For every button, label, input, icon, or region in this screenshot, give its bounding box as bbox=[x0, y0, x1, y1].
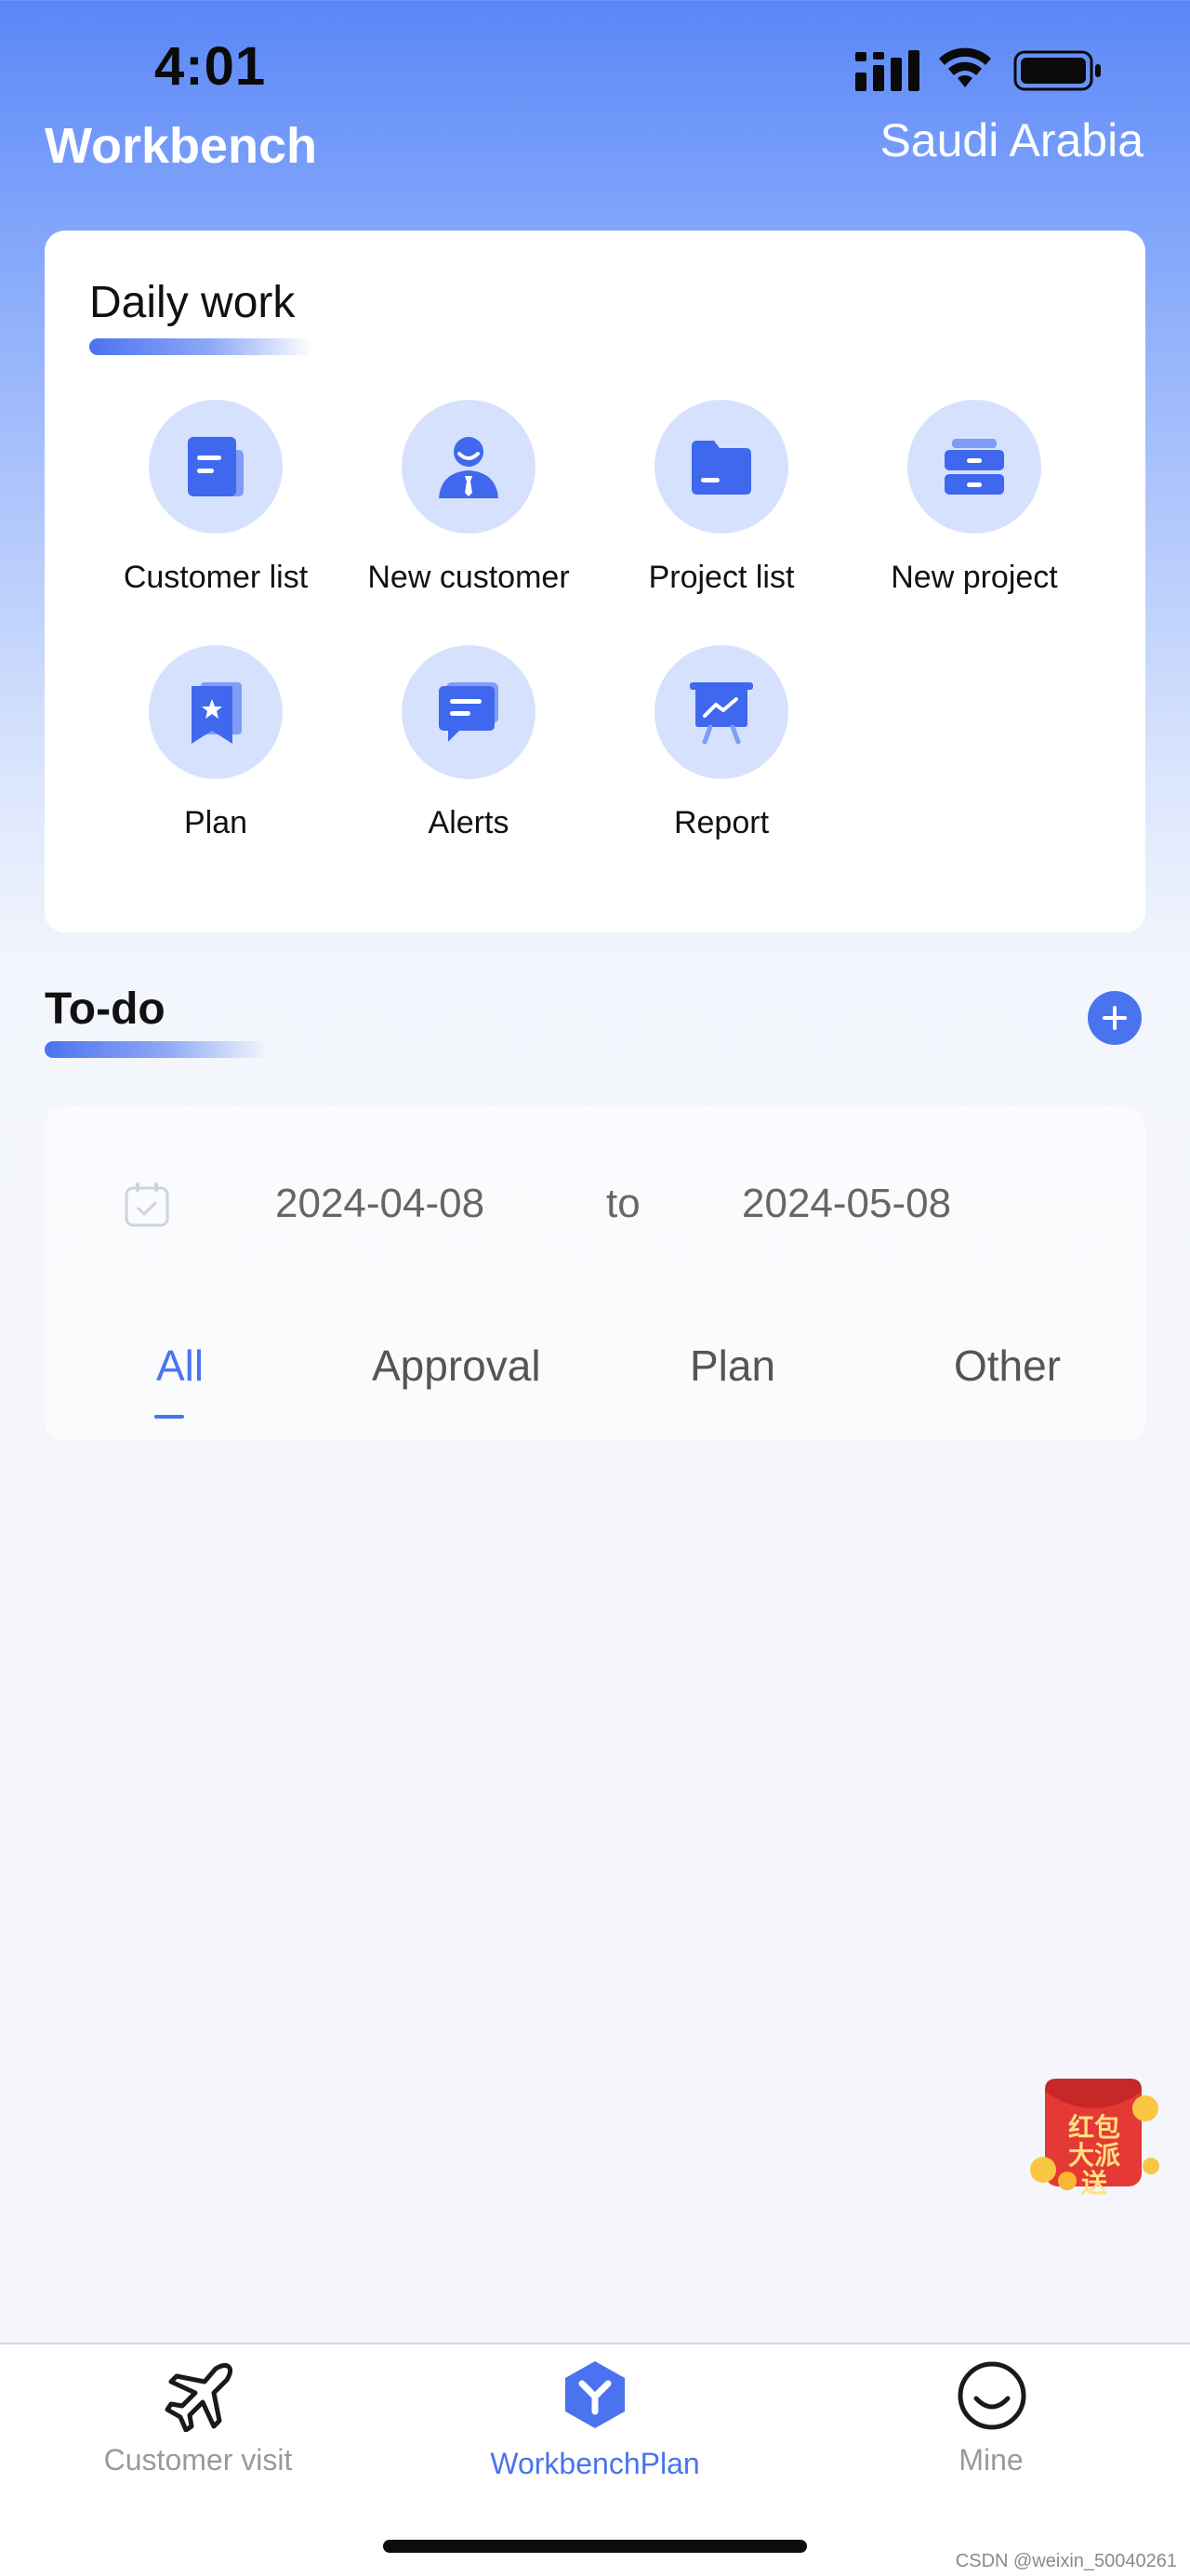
new-customer-icon bbox=[402, 400, 536, 534]
tile-label: Plan bbox=[183, 805, 248, 840]
daily-work-title: Daily work bbox=[89, 278, 296, 327]
region-selector[interactable]: Saudi Arabia bbox=[879, 113, 1144, 167]
tab-other[interactable]: Other bbox=[954, 1341, 1061, 1391]
message-icon bbox=[402, 645, 536, 779]
tile-new-project[interactable]: New project bbox=[848, 400, 1101, 596]
title-underline bbox=[89, 338, 312, 355]
smile-icon bbox=[958, 2361, 1026, 2430]
drawer-icon bbox=[907, 400, 1041, 534]
presentation-chart-icon bbox=[654, 645, 788, 779]
tile-report[interactable]: Report bbox=[595, 645, 848, 841]
bookmark-star-icon bbox=[149, 645, 283, 779]
tab-all[interactable]: All bbox=[156, 1341, 204, 1391]
add-todo-button[interactable] bbox=[1088, 991, 1142, 1045]
tab-approval[interactable]: Approval bbox=[372, 1341, 541, 1391]
status-time: 4:01 bbox=[154, 36, 267, 97]
date-to[interactable]: 2024-05-08 bbox=[742, 1181, 951, 1227]
wifi-icon bbox=[937, 46, 993, 94]
date-from[interactable]: 2024-04-08 bbox=[275, 1181, 484, 1227]
promo-text: 红包大派送 bbox=[1067, 2112, 1120, 2199]
tile-customer-list[interactable]: Customer list bbox=[89, 400, 342, 596]
todo-filter-card bbox=[45, 1106, 1145, 1441]
home-indicator bbox=[383, 2540, 807, 2553]
tab-plan[interactable]: Plan bbox=[690, 1341, 775, 1391]
cellular-signal-icon bbox=[855, 50, 920, 96]
tile-label: Alerts bbox=[428, 805, 509, 840]
nav-item-workbench[interactable] bbox=[558, 2358, 632, 2437]
red-envelope-promo[interactable]: 红包大派送 bbox=[1026, 2073, 1164, 2198]
plus-icon bbox=[1103, 1006, 1127, 1030]
airplane-icon bbox=[165, 2362, 233, 2433]
nav-label-workbench[interactable]: WorkbenchPlan bbox=[465, 2447, 725, 2481]
todo-title: To-do bbox=[45, 984, 165, 1034]
workbench-hex-icon bbox=[565, 2361, 625, 2428]
nav-label-customer-visit[interactable]: Customer visit bbox=[93, 2443, 303, 2477]
tile-label: Customer list bbox=[123, 560, 309, 595]
nav-item-customer-visit[interactable] bbox=[164, 2361, 234, 2437]
watermark: CSDN @weixin_50040261 bbox=[955, 2551, 1177, 2571]
tile-project-list[interactable]: Project list bbox=[595, 400, 848, 596]
date-separator: to bbox=[606, 1181, 641, 1226]
tile-plan[interactable]: Plan bbox=[89, 645, 342, 841]
nav-item-mine[interactable] bbox=[956, 2359, 1028, 2437]
tile-label: Project list bbox=[648, 560, 795, 595]
page-title: Workbench bbox=[45, 118, 318, 174]
tile-label: New project bbox=[891, 560, 1058, 595]
battery-icon bbox=[1013, 50, 1103, 96]
active-tab-indicator bbox=[154, 1415, 184, 1419]
tile-alerts[interactable]: Alerts bbox=[342, 645, 595, 841]
tile-new-customer[interactable]: New customer bbox=[342, 400, 595, 596]
calendar-icon[interactable] bbox=[123, 1181, 171, 1234]
nav-label-mine[interactable]: Mine bbox=[920, 2443, 1062, 2477]
tile-label: Report bbox=[673, 805, 770, 840]
title-underline bbox=[45, 1041, 268, 1058]
folder-icon bbox=[654, 400, 788, 534]
tile-label: New customer bbox=[367, 560, 570, 595]
customer-list-icon bbox=[149, 400, 283, 534]
